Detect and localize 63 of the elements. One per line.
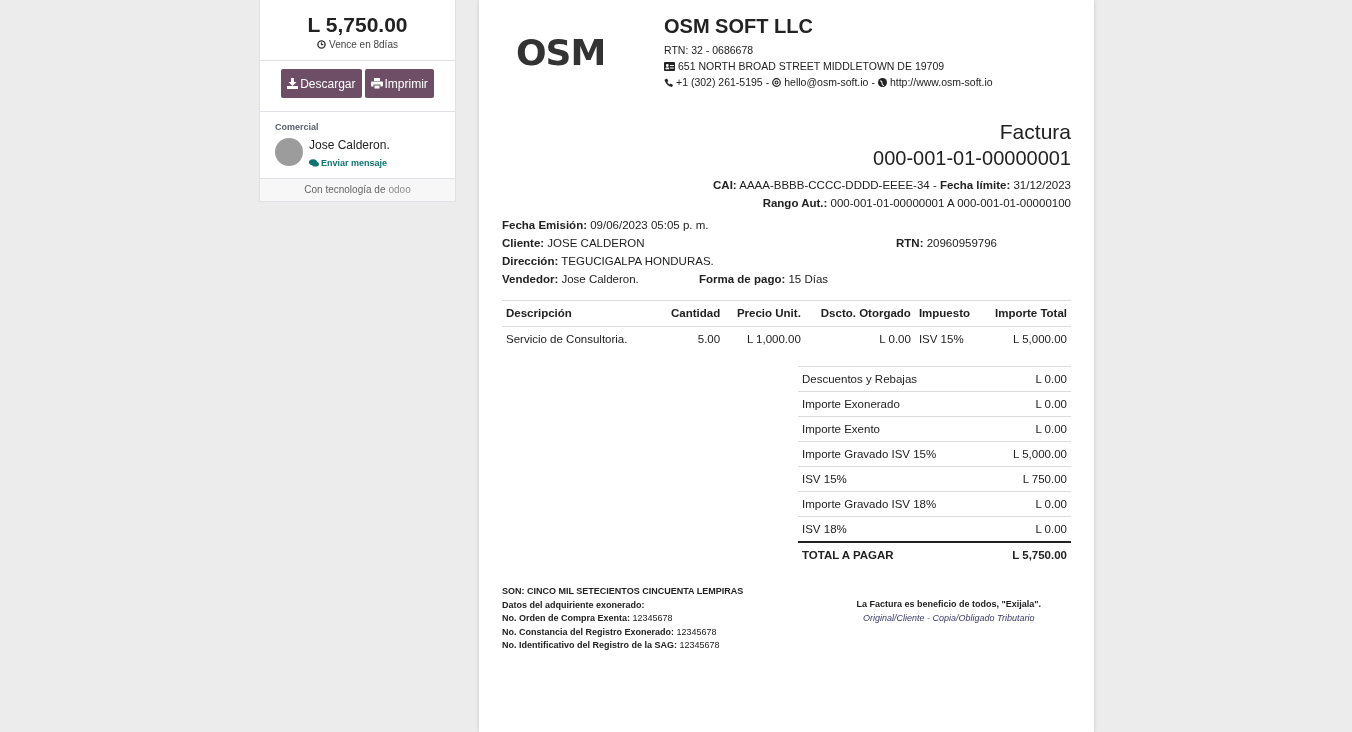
separator-text: - xyxy=(765,75,770,90)
summary-value: L 0.00 xyxy=(987,416,1071,442)
section-heading: Comercial xyxy=(275,122,320,132)
company-rtn: RTN: 32 - 0686678 xyxy=(664,43,755,58)
summary-label: Importe Gravado ISV 18% xyxy=(798,491,988,517)
info-field: Cliente: JOSE CALDERON xyxy=(502,234,896,252)
summary-value: L 0.00 xyxy=(987,391,1071,417)
send-message-link[interactable]: Enviar mensaje xyxy=(309,158,390,168)
column-header: Descripción xyxy=(502,300,660,327)
summary-value: L 0.00 xyxy=(987,516,1071,542)
company-website: http://www.osm-soft.io xyxy=(889,75,993,90)
document-title: Factura xyxy=(998,120,1071,144)
company-logo: OSM xyxy=(516,32,607,73)
column-header: Precio Unit. xyxy=(724,300,805,327)
summary-label: Importe Gravado ISV 15% xyxy=(798,441,988,467)
info-field: Forma de pago: 15 Días xyxy=(699,270,896,288)
company-email: hello@osm-soft.io xyxy=(784,75,869,90)
table-cell: L 5,000.00 xyxy=(981,326,1071,352)
cai-line: CAI: AAAA-BBBB-CCCC-DDDD-EEEE-34 - Fecha límite: 31/12/2023 xyxy=(712,178,1071,193)
summary-value: L 5,000.00 xyxy=(987,441,1071,467)
table-cell: L 1,000.00 xyxy=(724,326,805,352)
summary-value: L 750.00 xyxy=(987,466,1071,492)
info-field: Vendedor: Jose Calderon. xyxy=(502,270,699,288)
info-field: Fecha Emisión: 09/06/2023 05:05 p. m. xyxy=(502,216,896,234)
authorized-range: Rango Aut.: 000-001-01-00000001 A 000-001-01-00000100 xyxy=(761,196,1071,211)
download-button[interactable]: Descargar xyxy=(281,69,362,98)
invoice-number: 000-001-01-00000001 xyxy=(872,147,1071,170)
column-header: Cantidad xyxy=(660,300,725,327)
table-cell: ISV 15% xyxy=(914,326,982,352)
table-cell: 5.00 xyxy=(660,326,725,352)
powered-by-text: Con tecnología de xyxy=(304,184,386,195)
salesperson-name: Jose Calderon. xyxy=(309,138,390,152)
info-field: RTN: 20960959796 xyxy=(896,234,1071,252)
slogan-text: La Factura es beneficio de todos, "Exijala". xyxy=(856,598,1041,611)
column-header: Importe Total xyxy=(981,300,1071,327)
summary-label: Importe Exonerado xyxy=(798,391,988,417)
summary-label: Descuentos y Rebajas xyxy=(798,366,988,392)
column-header: Dscto. Otorgado xyxy=(804,300,915,327)
summary-value: L 0.00 xyxy=(987,366,1071,392)
info-field: Dirección: TEGUCIGALPA HONDURAS. xyxy=(502,252,896,270)
separator-text: - xyxy=(871,75,875,90)
exempt-field: No. Constancia del Registro Exonerado: 12345678 xyxy=(502,625,744,639)
amount-due: L 5,750.00 xyxy=(306,13,409,37)
summary-label: ISV 18% xyxy=(798,516,988,542)
amount-in-words: SON: CINCO MIL SETECIENTOS CINCUENTA LEMPIRAS xyxy=(502,585,744,598)
table-cell: L 0.00 xyxy=(804,326,915,352)
total-label: TOTAL A PAGAR xyxy=(798,542,988,567)
summary-label: Importe Exento xyxy=(798,416,988,442)
copy-note: Original/Cliente - Copia/Obligado Tributario xyxy=(862,611,1036,625)
table-cell: Servicio de Consultoria. xyxy=(502,326,660,352)
company-phone: +1 (302) 261-5195 xyxy=(676,75,763,90)
brand-logo: odoo xyxy=(388,184,411,195)
company-name: OSM SOFT LLC xyxy=(664,15,814,38)
exempt-field: No. Identificativo del Registro de la SAG: 12345678 xyxy=(502,639,744,653)
company-address: 651 NORTH BROAD STREET MIDDLETOWN DE 19709 xyxy=(678,59,945,74)
total-value: L 5,750.00 xyxy=(987,542,1071,567)
exempt-field: No. Orden de Compra Exenta: 12345678 xyxy=(502,612,744,626)
print-button[interactable]: Imprimir xyxy=(364,69,434,98)
column-header: Impuesto xyxy=(914,300,982,327)
summary-value: L 0.00 xyxy=(987,491,1071,517)
exempt-heading: Datos del adquiriente exonerado: xyxy=(502,598,646,612)
due-date-text: Vence en 8días xyxy=(329,39,398,50)
summary-label: ISV 15% xyxy=(798,466,988,492)
